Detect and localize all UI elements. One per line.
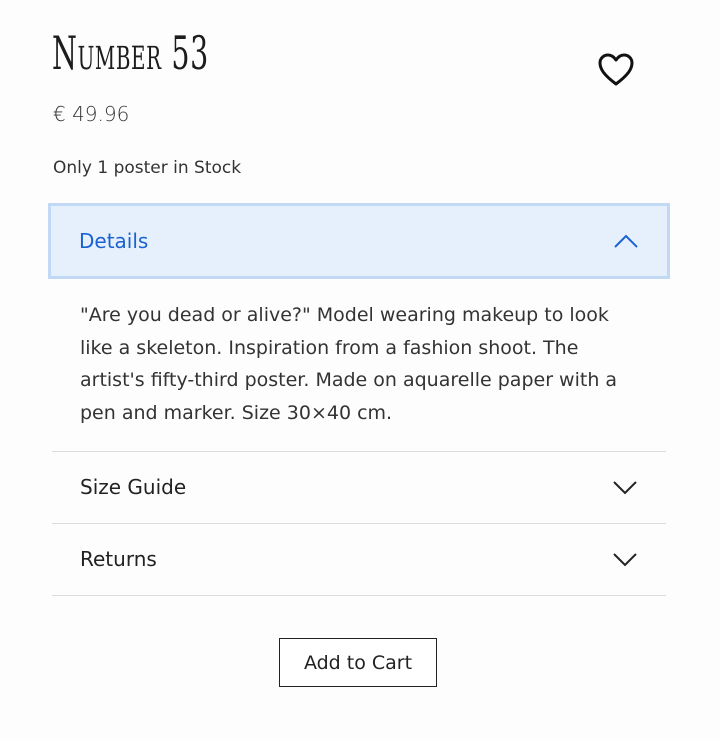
returns-accordion-header[interactable]: Returns	[52, 524, 666, 594]
details-panel: "Are you dead or alive?" Model wearing m…	[52, 279, 666, 452]
heart-icon[interactable]	[598, 53, 634, 87]
stock-status: Only 1 poster in Stock	[53, 158, 242, 178]
add-to-cart-button[interactable]: Add to Cart	[279, 638, 437, 687]
product-info-accordion: Details "Are you dead or alive?" Model w…	[48, 203, 670, 596]
product-price: € 49.96	[53, 102, 130, 126]
chevron-down-icon	[613, 553, 637, 567]
details-label: Details	[79, 229, 149, 253]
size-guide-accordion-header[interactable]: Size Guide	[52, 452, 666, 522]
size-guide-label: Size Guide	[80, 475, 187, 499]
returns-label: Returns	[80, 547, 157, 571]
details-accordion-header[interactable]: Details	[48, 203, 670, 279]
chevron-up-icon	[614, 234, 638, 248]
chevron-down-icon	[613, 481, 637, 495]
product-title: Number 53	[52, 26, 209, 80]
